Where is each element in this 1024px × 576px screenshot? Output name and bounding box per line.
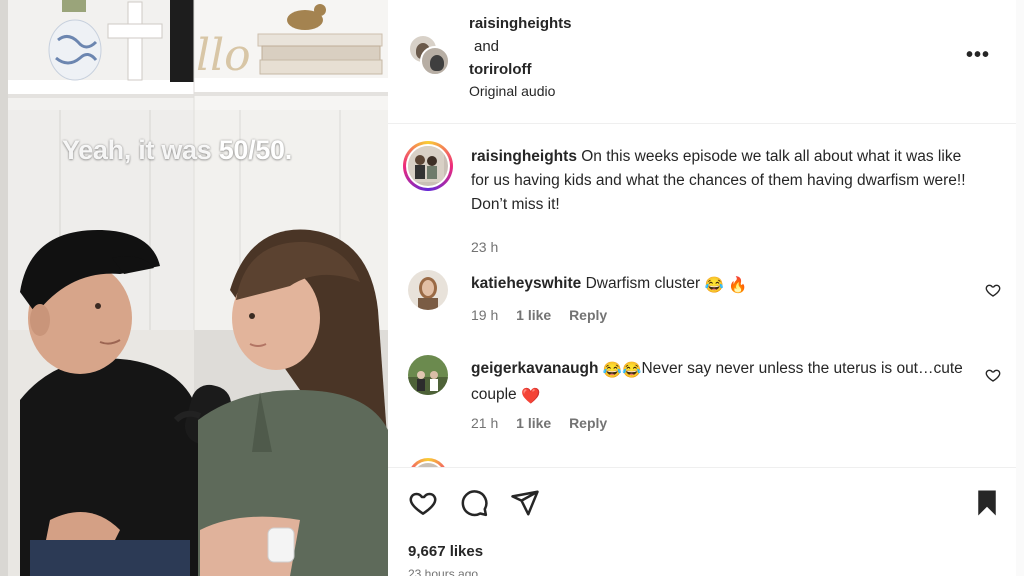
laughing-emoji-icon: 😂 — [622, 362, 642, 379]
comment-icon[interactable] — [459, 488, 489, 518]
avatar[interactable] — [408, 270, 448, 310]
post-header: raisingheights and toriroloff Original a… — [388, 0, 1016, 124]
video-caption: Yeah, it was 50/50. — [62, 135, 292, 166]
comments-list[interactable]: raisingheights On this weeks episode we … — [388, 125, 1016, 467]
more-horizontal-icon[interactable]: ••• — [966, 44, 990, 67]
comment-item: geigerkavanaugh 😂😂Never say never unless… — [388, 355, 1016, 435]
reply-button[interactable]: Reply — [569, 415, 607, 431]
comment-meta: 19 h 1 like Reply — [471, 307, 621, 323]
comment-time[interactable]: 23 h — [471, 239, 498, 255]
authors-joiner: and — [474, 38, 500, 55]
avatar[interactable] — [420, 46, 450, 76]
username-link[interactable]: toriroloff — [469, 58, 572, 81]
post-timestamp[interactable]: 23 hours ago — [408, 567, 478, 576]
instagram-post-view: llo Yeah, it was 50/50. raisingheights a… — [0, 0, 1024, 576]
comment-time[interactable]: 21 h — [471, 415, 498, 431]
comment-like-heart-icon[interactable] — [985, 282, 1001, 298]
caption-comment: raisingheights On this weeks episode we … — [388, 141, 1016, 255]
post-side-panel: raisingheights and toriroloff Original a… — [388, 0, 1024, 576]
avatar[interactable] — [403, 141, 453, 191]
post-actions-footer: 9,667 likes 23 hours ago — [388, 467, 1016, 576]
comment-likes[interactable]: 1 like — [516, 307, 551, 323]
audio-link[interactable]: Original audio — [469, 83, 555, 99]
comment-meta: 21 h 1 like Reply — [471, 415, 621, 431]
comment-item: katieheyswhite Dwarfism cluster 😂 🔥 19 h… — [388, 270, 1016, 330]
comment-body: katieheyswhite Dwarfism cluster 😂 🔥 — [471, 272, 971, 298]
comment-username[interactable]: geigerkavanaugh — [471, 360, 599, 377]
comment-text: Dwarfism cluster — [585, 275, 701, 292]
username-link[interactable]: raisingheights — [469, 12, 572, 35]
comment-likes[interactable]: 1 like — [516, 415, 551, 431]
bookmark-icon[interactable] — [972, 488, 1002, 518]
heart-icon[interactable] — [408, 488, 438, 518]
likes-count[interactable]: 9,667 likes — [408, 543, 483, 560]
comment-time[interactable]: 19 h — [471, 307, 498, 323]
post-authors: raisingheights and toriroloff — [469, 12, 572, 81]
share-icon[interactable] — [510, 488, 540, 518]
red-heart-emoji-icon: ❤️ — [521, 388, 541, 405]
caption-highlight: 50/50. — [218, 135, 293, 165]
collab-avatars[interactable] — [408, 34, 452, 78]
comment-username[interactable]: katieheyswhite — [471, 275, 581, 292]
laughing-emoji-icon: 😂 — [704, 277, 724, 294]
laughing-emoji-icon: 😂 — [602, 362, 623, 379]
avatar[interactable] — [408, 458, 448, 467]
shelf-sign: llo — [196, 30, 251, 81]
comment-like-heart-icon[interactable] — [985, 367, 1001, 383]
comment-username[interactable]: raisingheights — [471, 148, 577, 165]
panel-scrollbar[interactable] — [1016, 0, 1024, 576]
fire-emoji-icon: 🔥 — [728, 277, 748, 294]
comment-body: raisingheights On this weeks episode we … — [471, 145, 971, 217]
reel-video[interactable]: llo Yeah, it was 50/50. — [0, 0, 388, 576]
caption-prefix: Yeah, it was — [62, 135, 219, 165]
comment-meta: 23 h — [471, 239, 512, 255]
comment-body: geigerkavanaugh 😂😂Never say never unless… — [471, 357, 971, 409]
reply-button[interactable]: Reply — [569, 307, 607, 323]
video-frame: llo — [0, 0, 388, 576]
avatar[interactable] — [408, 355, 448, 395]
